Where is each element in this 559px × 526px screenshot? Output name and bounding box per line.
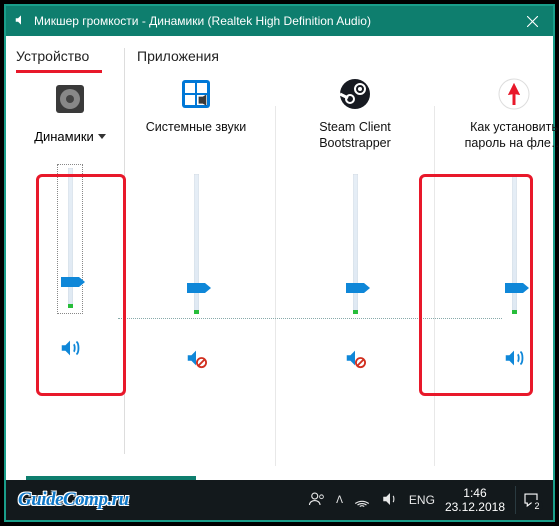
device-section: Устройство Динамики (16, 48, 125, 454)
app-label: Системные звуки (146, 120, 247, 154)
applications-section: Приложения Системные звук (137, 48, 559, 454)
system-tray: ᐱ ENG 1:46 23.12.2018 2 (308, 486, 545, 515)
people-icon[interactable] (308, 490, 326, 511)
device-channel: Динамики (16, 75, 124, 362)
language-indicator[interactable]: ENG (409, 493, 435, 507)
window-title: Микшер громкости - Динамики (Realtek Hig… (34, 14, 511, 28)
divider (275, 106, 276, 466)
divider (434, 106, 435, 466)
device-name-label: Динамики (34, 129, 94, 144)
annotation-underline (16, 70, 102, 73)
app-channel-system-sounds: Системные звуки (137, 70, 255, 466)
app-volume-slider[interactable] (183, 174, 209, 324)
taskbar: GuideComp.ru ᐱ ENG 1:46 23.12.2018 2 (6, 480, 553, 520)
app-label: Steam Client Bootstrapper (298, 120, 413, 154)
mixer-content: Устройство Динамики (6, 36, 553, 464)
watermark: GuideComp.ru (18, 489, 308, 511)
volume-mixer-icon (14, 13, 28, 30)
device-mute-button[interactable] (56, 334, 84, 362)
tray-chevron-up-icon[interactable]: ᐱ (336, 495, 343, 506)
chevron-down-icon (98, 134, 106, 139)
windows-sound-icon[interactable] (176, 74, 216, 114)
app-volume-slider[interactable] (342, 174, 368, 324)
speaker-device-icon[interactable] (50, 79, 90, 119)
steam-icon[interactable] (335, 74, 375, 114)
app-mute-button[interactable] (500, 344, 528, 372)
device-section-label: Устройство (16, 48, 124, 64)
date: 23.12.2018 (445, 500, 505, 514)
clock[interactable]: 1:46 23.12.2018 (445, 486, 505, 515)
titlebar: Микшер громкости - Динамики (Realtek Hig… (6, 6, 553, 36)
network-icon[interactable] (353, 490, 371, 511)
time: 1:46 (445, 486, 505, 500)
app-label: Как установить пароль на фле… (457, 120, 559, 154)
apps-section-label: Приложения (137, 48, 559, 64)
device-name-dropdown[interactable]: Динамики (34, 129, 106, 144)
app-volume-slider[interactable] (501, 174, 527, 324)
app-channel-yandex: Как установить пароль на фле… (455, 70, 559, 466)
notification-badge: 2 (531, 500, 543, 512)
close-button[interactable] (511, 6, 553, 36)
app-mute-button[interactable] (341, 344, 369, 372)
action-center-button[interactable]: 2 (515, 486, 545, 514)
app-channel-steam: Steam Client Bootstrapper (296, 70, 414, 466)
device-volume-slider[interactable] (57, 164, 83, 314)
app-mute-button[interactable] (182, 344, 210, 372)
yandex-browser-icon[interactable] (494, 74, 534, 114)
volume-tray-icon[interactable] (381, 490, 399, 511)
